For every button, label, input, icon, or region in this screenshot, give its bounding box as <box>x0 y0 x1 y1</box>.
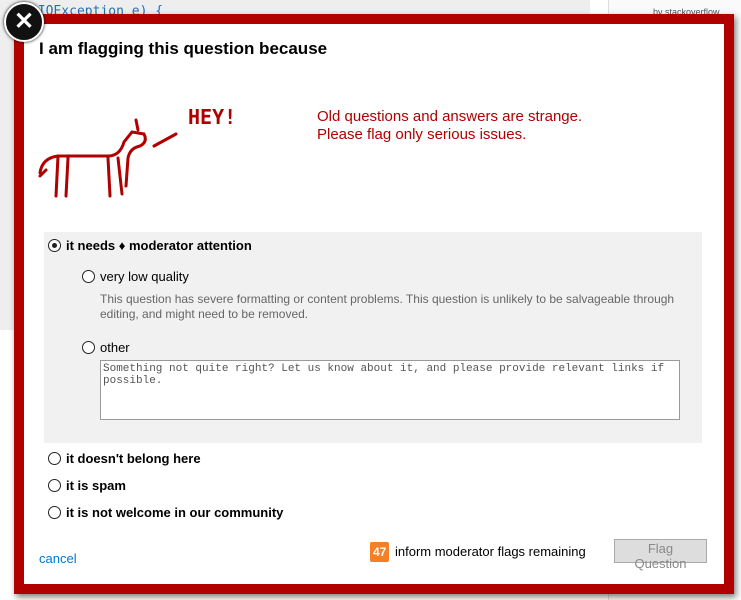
option-label: it is spam <box>66 478 126 493</box>
moderator-attention-panel: it needs ♦ moderator attention very low … <box>44 232 702 443</box>
option-not-welcome[interactable]: it is not welcome in our community <box>48 505 283 520</box>
doodle-text: HEY! <box>188 105 236 129</box>
radio-button[interactable] <box>48 239 61 252</box>
flags-remaining-badge: 47 <box>370 542 390 562</box>
radio-button[interactable] <box>48 452 61 465</box>
option-spam[interactable]: it is spam <box>48 478 126 493</box>
option-moderator-attention[interactable]: it needs ♦ moderator attention <box>48 238 252 253</box>
flags-remaining-label: inform moderator flags remaining <box>395 544 586 559</box>
option-doesnt-belong[interactable]: it doesn't belong here <box>48 451 201 466</box>
option-label: it doesn't belong here <box>66 451 201 466</box>
option-other[interactable]: other <box>82 340 130 355</box>
option-label: other <box>100 340 130 355</box>
very-low-quality-description: This question has severe formatting or c… <box>100 292 675 321</box>
dialog-title: I am flagging this question because <box>39 39 328 58</box>
warning-message: Old questions and answers are strange. P… <box>317 108 582 144</box>
option-label: it needs ♦ moderator attention <box>66 238 252 253</box>
flag-dialog: I am flagging this question because HEY!… <box>14 14 734 594</box>
radio-button[interactable] <box>48 479 61 492</box>
option-label: very low quality <box>100 269 189 284</box>
close-icon[interactable]: ✕ <box>4 2 44 42</box>
radio-button[interactable] <box>82 341 95 354</box>
option-label: it is not welcome in our community <box>66 505 284 520</box>
radio-button[interactable] <box>82 270 95 283</box>
warning-line: Old questions and answers are strange. <box>317 108 583 125</box>
radio-button[interactable] <box>48 506 61 519</box>
other-details-textarea[interactable] <box>100 360 680 420</box>
cancel-link[interactable]: cancel <box>39 551 77 566</box>
option-very-low-quality[interactable]: very low quality <box>82 269 189 284</box>
unicorn-doodle: HEY! <box>38 105 236 198</box>
flag-question-button[interactable]: Flag Question <box>614 539 707 571</box>
warning-line: Please flag only serious issues. <box>317 126 527 143</box>
